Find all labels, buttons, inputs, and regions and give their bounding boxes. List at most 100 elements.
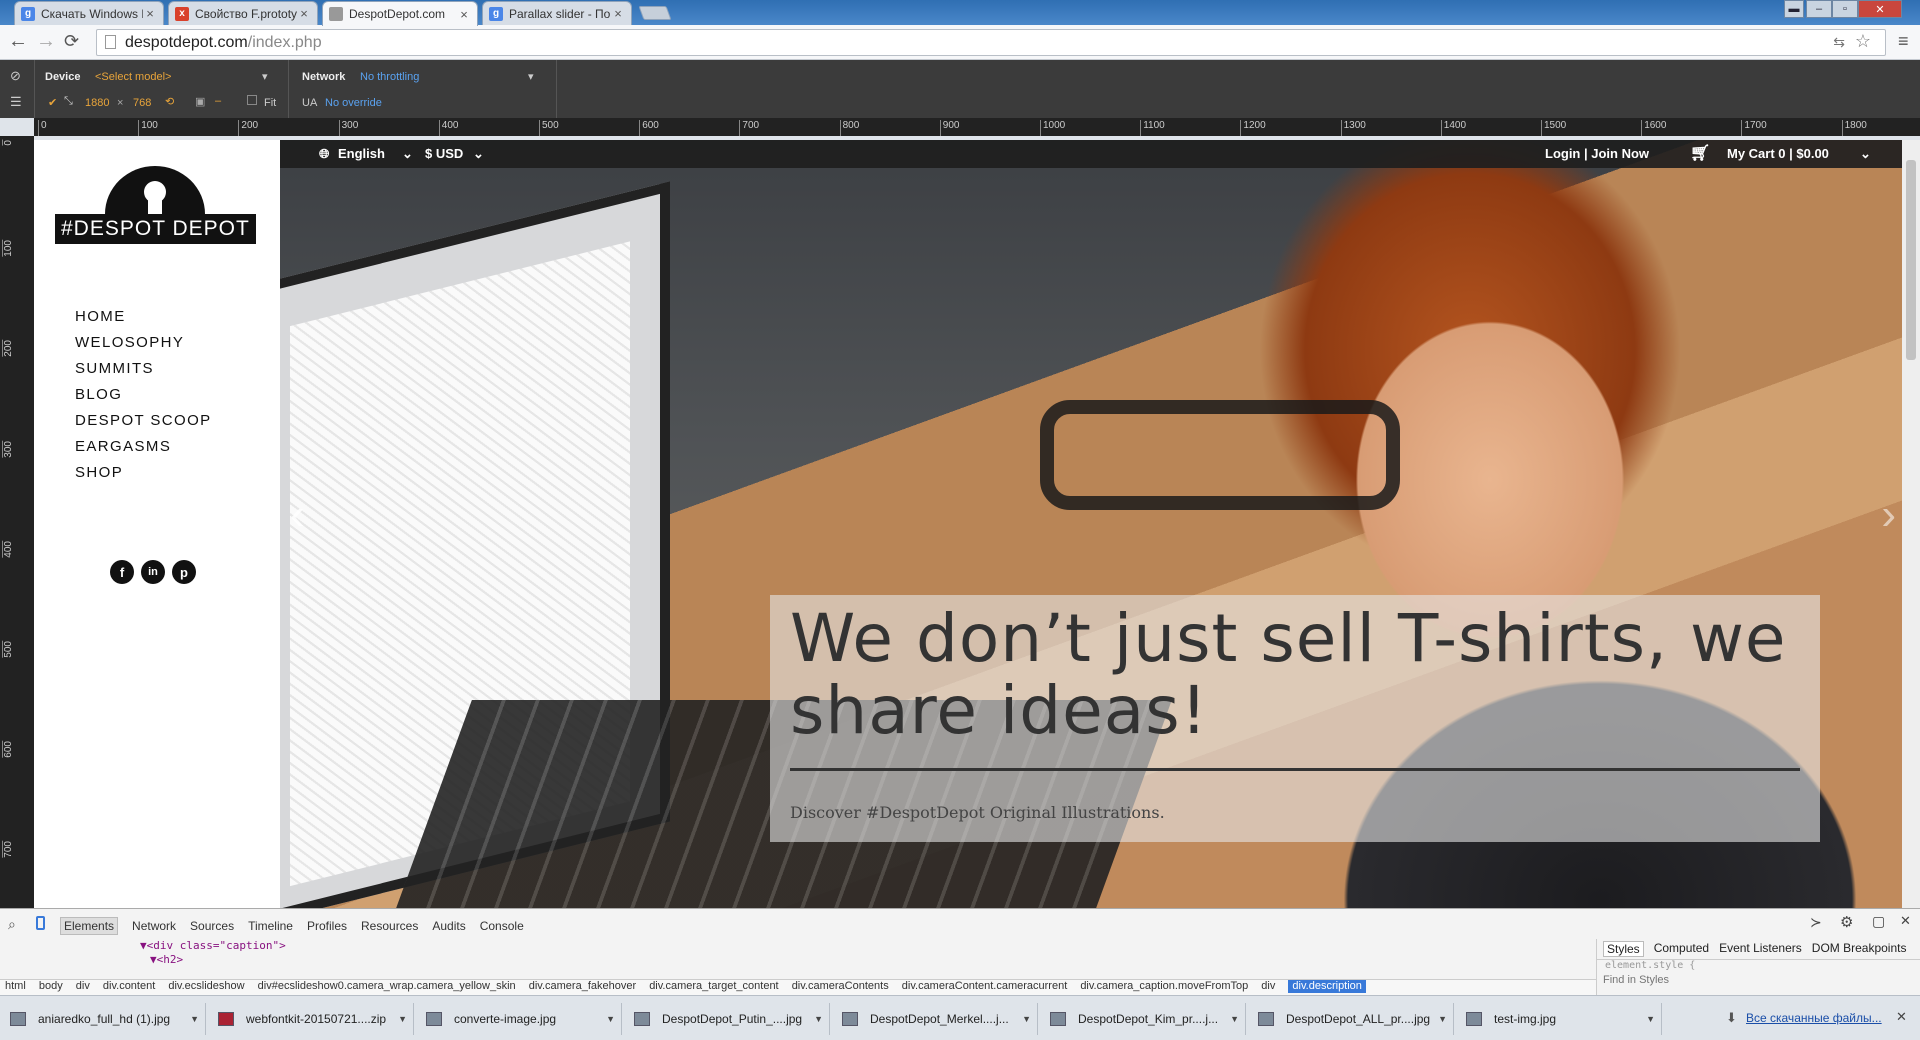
slider-next-arrow[interactable]: › bbox=[1881, 490, 1896, 540]
crumb[interactable]: div.camera_target_content bbox=[649, 980, 778, 992]
reload-icon[interactable]: ⟳ bbox=[64, 31, 79, 51]
crumb[interactable]: div.cameraContents bbox=[792, 980, 889, 992]
download-item[interactable]: aniaredko_full_hd (1).jpg ▼ bbox=[0, 1003, 206, 1035]
tab-console[interactable]: Console bbox=[480, 919, 524, 933]
download-item[interactable]: DespotDepot_Kim_pr....j... ▼ bbox=[1040, 1003, 1246, 1035]
language-select[interactable]: English bbox=[338, 146, 385, 161]
user-icon[interactable]: ▬ bbox=[1784, 0, 1804, 18]
chevron-down-icon[interactable]: ▼ bbox=[1022, 1014, 1031, 1024]
facebook-icon[interactable]: f bbox=[110, 560, 134, 584]
chevron-down-icon[interactable]: ▼ bbox=[1438, 1014, 1447, 1024]
close-icon[interactable]: × bbox=[297, 6, 311, 21]
ua-input[interactable]: No override bbox=[325, 97, 382, 109]
back-icon[interactable]: ← bbox=[8, 31, 28, 51]
login-link[interactable]: Login | Join Now bbox=[1545, 146, 1649, 161]
nav-despot-scoop[interactable]: DESPOT SCOOP bbox=[75, 412, 212, 429]
screenshot-icon[interactable]: ▣ bbox=[195, 95, 205, 108]
slider-prev-arrow[interactable]: ‹ bbox=[290, 490, 305, 540]
tab-dom-breakpoints[interactable]: DOM Breakpoints bbox=[1812, 941, 1907, 957]
dom-node-h2[interactable]: ▼<h2> bbox=[140, 953, 286, 967]
console-drawer-icon[interactable]: ≻ bbox=[1810, 914, 1822, 931]
close-icon[interactable]: × bbox=[611, 6, 625, 21]
download-item[interactable]: DespotDepot_Putin_....jpg ▼ bbox=[624, 1003, 830, 1035]
site-logo[interactable]: #DESPOT DEPOT bbox=[55, 164, 256, 244]
new-tab-button[interactable] bbox=[638, 6, 672, 20]
window-close-button[interactable]: ✕ bbox=[1858, 0, 1902, 18]
chevron-down-icon[interactable]: ▼ bbox=[190, 1014, 199, 1024]
chevron-down-icon[interactable]: ▼ bbox=[814, 1014, 823, 1024]
cart-link[interactable]: My Cart 0 | $0.00 bbox=[1727, 146, 1829, 161]
minimize-button[interactable]: – bbox=[1806, 0, 1832, 18]
currency-select[interactable]: $ USD bbox=[425, 146, 463, 161]
rotate-icon[interactable]: ⟲ bbox=[165, 95, 174, 108]
crumb[interactable]: div.content bbox=[103, 980, 155, 992]
tab-parallax-slider[interactable]: g Parallax slider - Поиск в G × bbox=[482, 1, 632, 25]
no-entry-icon[interactable]: ⊘ bbox=[10, 68, 21, 84]
download-item[interactable]: DespotDepot_Merkel....j... ▼ bbox=[832, 1003, 1038, 1035]
crumb-selected[interactable]: div.description bbox=[1288, 980, 1366, 993]
nav-blog[interactable]: BLOG bbox=[75, 386, 122, 403]
device-mode-icon[interactable] bbox=[36, 916, 45, 930]
search-icon[interactable]: ⌕ bbox=[8, 916, 16, 933]
nav-eargasms[interactable]: EARGASMS bbox=[75, 438, 171, 455]
throttle-select[interactable]: No throttling bbox=[360, 71, 419, 83]
crumb[interactable]: div.camera_caption.moveFromTop bbox=[1080, 980, 1248, 992]
page-scrollbar[interactable] bbox=[1902, 140, 1920, 908]
tab-audits[interactable]: Audits bbox=[432, 919, 465, 933]
dom-node-caption[interactable]: ▼<div class="caption"> bbox=[140, 939, 286, 953]
crumb[interactable]: body bbox=[39, 980, 63, 992]
crumb[interactable]: div bbox=[1261, 980, 1275, 992]
crumb[interactable]: div#ecslideshow0.camera_wrap.camera_yell… bbox=[258, 980, 516, 992]
crumb[interactable]: html bbox=[5, 980, 26, 992]
tab-despotdepot[interactable]: DespotDepot.com × bbox=[322, 1, 478, 26]
close-icon[interactable]: ✕ bbox=[1896, 1009, 1907, 1025]
nav-home[interactable]: HOME bbox=[75, 308, 126, 325]
download-item[interactable]: DespotDepot_ALL_pr....jpg ▼ bbox=[1248, 1003, 1454, 1035]
tab-sources[interactable]: Sources bbox=[190, 919, 234, 933]
fit-checkbox[interactable] bbox=[247, 95, 257, 105]
nav-shop[interactable]: SHOP bbox=[75, 464, 123, 481]
download-item[interactable]: converte-image.jpg ▼ bbox=[416, 1003, 622, 1035]
device-height-input[interactable]: 768 bbox=[133, 97, 151, 109]
tab-elements[interactable]: Elements bbox=[60, 917, 119, 935]
crumb[interactable]: div.cameraContent.cameracurrent bbox=[902, 980, 1067, 992]
nav-welosophy[interactable]: WELOSOPHY bbox=[75, 334, 184, 351]
tab-event-listeners[interactable]: Event Listeners bbox=[1719, 941, 1802, 957]
download-item[interactable]: webfontkit-20150721....zip ▼ bbox=[208, 1003, 414, 1035]
tab-resources[interactable]: Resources bbox=[361, 919, 418, 933]
star-icon[interactable]: ☆ bbox=[1855, 31, 1871, 52]
crumb[interactable]: div.camera_fakehover bbox=[529, 980, 636, 992]
scrollbar-thumb[interactable] bbox=[1906, 160, 1916, 360]
close-icon[interactable]: × bbox=[457, 7, 471, 22]
translate-icon[interactable]: ⇆ bbox=[1833, 34, 1845, 51]
maximize-button[interactable]: ▫ bbox=[1832, 0, 1858, 18]
tab-fprototype[interactable]: x Свойство F.prototype и с × bbox=[168, 1, 318, 25]
dock-icon[interactable]: ▢ bbox=[1872, 913, 1885, 930]
download-item[interactable]: test-img.jpg ▼ bbox=[1456, 1003, 1662, 1035]
tab-computed[interactable]: Computed bbox=[1654, 941, 1709, 957]
close-icon[interactable]: × bbox=[143, 6, 157, 21]
minus-icon[interactable]: – bbox=[215, 95, 221, 107]
tab-windows-phone[interactable]: g Скачать Windows Phone × bbox=[14, 1, 164, 25]
menu-icon[interactable]: ≡ bbox=[1898, 31, 1909, 51]
nav-summits[interactable]: SUMMITS bbox=[75, 360, 154, 377]
tab-network[interactable]: Network bbox=[132, 919, 176, 933]
crumb[interactable]: div.ecslideshow bbox=[168, 980, 244, 992]
chevron-down-icon[interactable]: ▼ bbox=[398, 1014, 407, 1024]
find-in-styles-input[interactable] bbox=[1603, 972, 1903, 988]
chevron-down-icon[interactable]: ▼ bbox=[1230, 1014, 1239, 1024]
device-width-input[interactable]: 1880 bbox=[85, 97, 109, 109]
gear-icon[interactable]: ⚙ bbox=[1840, 913, 1853, 931]
tab-profiles[interactable]: Profiles bbox=[307, 919, 347, 933]
chevron-down-icon[interactable]: ▼ bbox=[1646, 1014, 1655, 1024]
forward-icon[interactable]: → bbox=[36, 31, 56, 51]
chevron-down-icon[interactable]: ▼ bbox=[606, 1014, 615, 1024]
checkbox-icon[interactable]: ✔ bbox=[48, 96, 57, 109]
settings-lines-icon[interactable]: ☰ bbox=[10, 94, 22, 110]
tab-timeline[interactable]: Timeline bbox=[248, 919, 293, 933]
tab-styles[interactable]: Styles bbox=[1603, 941, 1644, 957]
linkedin-icon[interactable]: in bbox=[141, 560, 165, 584]
show-all-downloads-link[interactable]: Все скачанные файлы... bbox=[1746, 1011, 1882, 1025]
pinterest-icon[interactable]: p bbox=[172, 560, 196, 584]
device-model-select[interactable]: <Select model> bbox=[95, 71, 171, 83]
